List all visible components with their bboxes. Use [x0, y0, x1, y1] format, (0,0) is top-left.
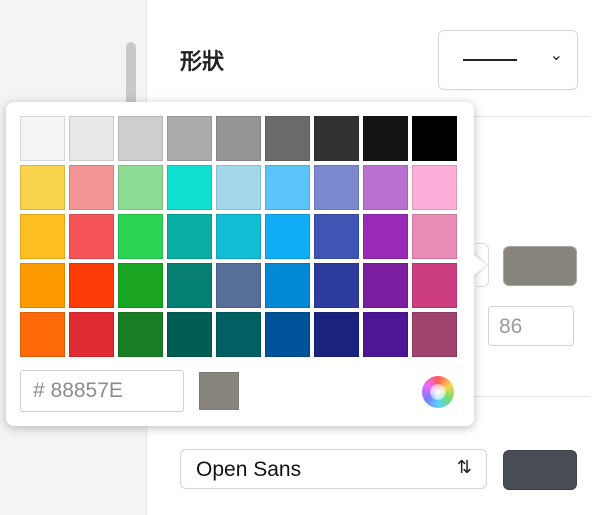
color-swatch-cell[interactable]	[167, 165, 212, 210]
color-swatch-cell[interactable]	[20, 116, 65, 161]
color-swatch-cell[interactable]	[20, 263, 65, 308]
color-swatch-cell[interactable]	[216, 116, 261, 161]
color-swatch-cell[interactable]	[265, 214, 310, 259]
opacity-input[interactable]: 86	[488, 306, 574, 346]
color-palette-grid	[20, 116, 457, 357]
color-swatch-cell[interactable]	[69, 116, 114, 161]
color-swatch-cell[interactable]	[69, 312, 114, 357]
color-swatch-cell[interactable]	[167, 116, 212, 161]
color-swatch-cell[interactable]	[363, 214, 408, 259]
font-family-select[interactable]: Open Sans ⇅	[180, 449, 487, 489]
font-family-value: Open Sans	[196, 458, 302, 481]
color-swatch-cell[interactable]	[20, 165, 65, 210]
color-swatch-cell[interactable]	[118, 263, 163, 308]
color-swatch-cell[interactable]	[265, 165, 310, 210]
line-style-preview	[463, 59, 517, 61]
color-swatch-cell[interactable]	[412, 165, 457, 210]
color-swatch-cell[interactable]	[167, 263, 212, 308]
color-swatch-cell[interactable]	[20, 312, 65, 357]
current-color-swatch[interactable]	[503, 246, 577, 286]
color-swatch-cell[interactable]	[314, 116, 359, 161]
color-swatch-cell[interactable]	[412, 312, 457, 357]
color-swatch-cell[interactable]	[20, 214, 65, 259]
color-swatch-cell[interactable]	[216, 214, 261, 259]
color-swatch-cell[interactable]	[216, 263, 261, 308]
color-swatch-cell[interactable]	[69, 263, 114, 308]
color-picker-popover: # 88857E	[6, 102, 474, 426]
color-swatch-cell[interactable]	[216, 312, 261, 357]
color-swatch-cell[interactable]	[265, 263, 310, 308]
color-swatch-cell[interactable]	[118, 214, 163, 259]
color-swatch-cell[interactable]	[69, 165, 114, 210]
popover-arrow	[472, 253, 486, 277]
color-swatch-cell[interactable]	[167, 312, 212, 357]
hex-color-input[interactable]: # 88857E	[20, 370, 184, 412]
color-swatch-cell[interactable]	[265, 116, 310, 161]
color-wheel-icon[interactable]	[422, 376, 454, 408]
color-swatch-cell[interactable]	[314, 165, 359, 210]
color-swatch-cell[interactable]	[118, 165, 163, 210]
color-swatch-cell[interactable]	[118, 312, 163, 357]
color-swatch-cell[interactable]	[412, 263, 457, 308]
shape-style-select[interactable]: ⌄	[438, 30, 578, 90]
shape-label: 形狀	[180, 50, 225, 75]
color-swatch-cell[interactable]	[314, 312, 359, 357]
color-swatch-cell[interactable]	[314, 214, 359, 259]
color-swatch-cell[interactable]	[314, 263, 359, 308]
color-swatch-cell[interactable]	[216, 165, 261, 210]
color-swatch-cell[interactable]	[69, 214, 114, 259]
color-swatch-cell[interactable]	[118, 116, 163, 161]
color-swatch-cell[interactable]	[412, 116, 457, 161]
color-swatch-cell[interactable]	[363, 116, 408, 161]
color-swatch-cell[interactable]	[363, 165, 408, 210]
color-swatch-cell[interactable]	[265, 312, 310, 357]
color-swatch-cell[interactable]	[412, 214, 457, 259]
font-color-swatch[interactable]	[503, 450, 577, 490]
color-swatch-cell[interactable]	[167, 214, 212, 259]
color-swatch-cell[interactable]	[363, 312, 408, 357]
chevron-down-icon: ⌄	[549, 45, 563, 64]
color-swatch-cell[interactable]	[363, 263, 408, 308]
selected-color-preview	[199, 372, 239, 410]
updown-chevron-icon: ⇅	[456, 457, 472, 478]
color-wheel-center	[430, 384, 446, 400]
